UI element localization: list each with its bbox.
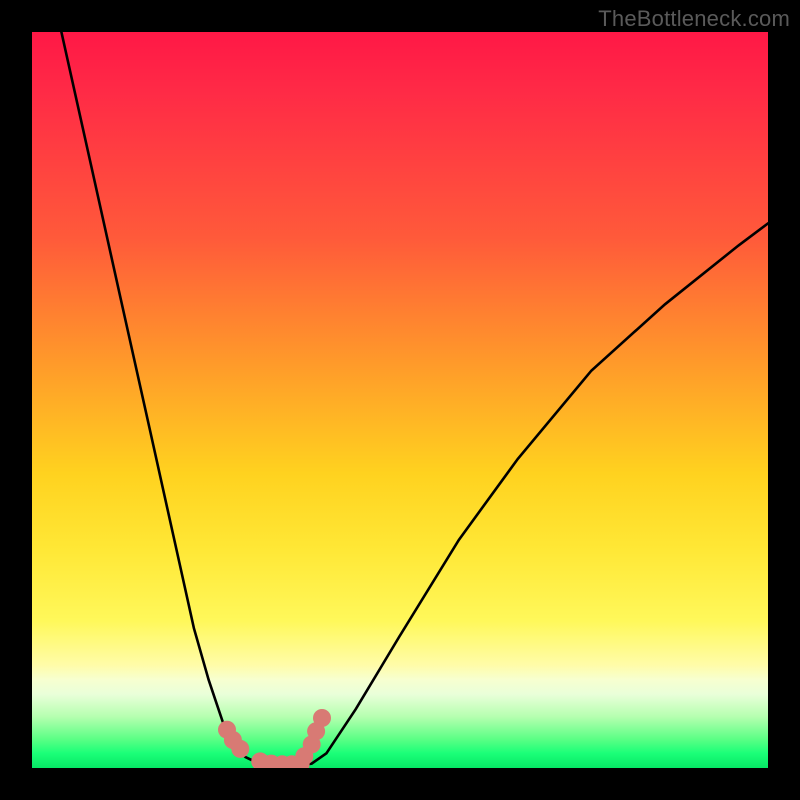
marker-dot <box>273 755 291 768</box>
watermark-text: TheBottleneck.com <box>598 6 790 32</box>
bottleneck-curve <box>61 32 768 766</box>
marker-dot <box>251 752 269 768</box>
marker-dot <box>224 731 242 749</box>
marker-dot <box>313 709 331 727</box>
marker-dot <box>262 755 280 768</box>
curve-layer <box>32 32 768 768</box>
plot-area <box>32 32 768 768</box>
marker-dot <box>303 735 321 753</box>
marker-dot <box>231 740 249 758</box>
marker-dot <box>307 722 325 740</box>
chart-frame: TheBottleneck.com <box>0 0 800 800</box>
marker-dot <box>218 721 236 739</box>
marker-dot <box>283 755 301 768</box>
marker-dot <box>292 755 310 768</box>
marker-dot <box>295 747 313 765</box>
